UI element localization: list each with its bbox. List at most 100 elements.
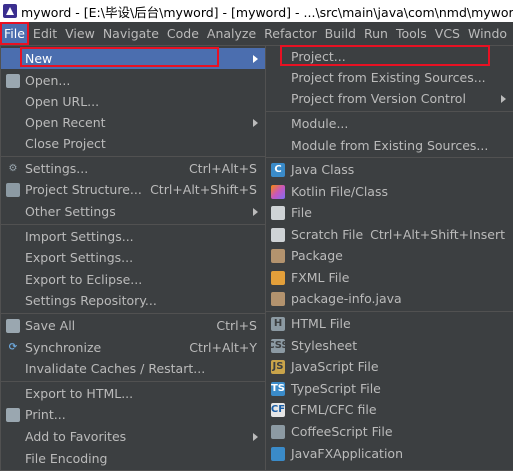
menu-item-label: Print... <box>25 407 66 422</box>
menu-item-label: Synchronize <box>25 340 102 355</box>
java-class-icon: C <box>271 162 285 177</box>
file-menu-item-export-settings[interactable]: Export Settings... <box>1 247 265 268</box>
window-title: myword - [E:\毕设\后台\myword] - [myword] - … <box>21 4 513 20</box>
new-menu-item-module-existing[interactable]: Module from Existing Sources... <box>266 135 513 156</box>
menu-item-label: Open Recent <box>25 115 106 130</box>
file-menu-item-open[interactable]: Open... <box>1 70 265 91</box>
main-menubar: File Edit View Navigate Code Analyze Ref… <box>0 22 513 45</box>
new-menu-item-kotlin[interactable]: Kotlin File/Class <box>266 181 513 202</box>
new-menu-item-cfml[interactable]: CF CFML/CFC file <box>266 399 513 420</box>
menu-build[interactable]: Build <box>321 22 360 45</box>
file-menu-item-print[interactable]: Print... <box>1 404 265 425</box>
new-menu-item-stylesheet[interactable]: CSS Stylesheet <box>266 335 513 356</box>
file-menu-item-open-url[interactable]: Open URL... <box>1 91 265 112</box>
file-menu-item-file-encoding[interactable]: File Encoding <box>1 448 265 469</box>
new-menu-item-html[interactable]: H HTML File <box>266 313 513 334</box>
menu-separator <box>266 111 513 112</box>
window-title-bar: myword - [E:\毕设\后台\myword] - [myword] - … <box>0 0 513 22</box>
menu-run[interactable]: Run <box>360 22 392 45</box>
menu-item-label: HTML File <box>291 316 351 331</box>
new-submenu-popup: Project... Project from Existing Sources… <box>265 45 513 471</box>
submenu-arrow-icon <box>253 54 258 63</box>
print-icon <box>6 407 20 422</box>
file-menu-item-invalidate-caches[interactable]: Invalidate Caches / Restart... <box>1 358 265 379</box>
cfml-icon: CF <box>270 402 286 417</box>
menu-item-label: Project from Existing Sources... <box>291 70 486 85</box>
menu-edit[interactable]: Edit <box>29 22 61 45</box>
save-icon <box>6 318 20 333</box>
menu-item-label: New <box>25 51 53 66</box>
menu-vcs[interactable]: VCS <box>431 22 464 45</box>
menu-view[interactable]: View <box>61 22 99 45</box>
structure-icon <box>6 182 20 197</box>
menu-code[interactable]: Code <box>163 22 203 45</box>
file-menu-item-settings[interactable]: ⚙ Settings... Ctrl+Alt+S <box>1 158 265 179</box>
menu-separator <box>266 311 513 312</box>
menu-item-label: Close Project <box>25 136 106 151</box>
new-menu-item-module[interactable]: Module... <box>266 113 513 134</box>
new-menu-item-project-vcs[interactable]: Project from Version Control <box>266 88 513 109</box>
menu-item-label: Import Settings... <box>25 229 134 244</box>
menu-refactor[interactable]: Refactor <box>260 22 320 45</box>
new-menu-item-javascript[interactable]: JS JavaScript File <box>266 356 513 377</box>
new-menu-item-project-existing[interactable]: Project from Existing Sources... <box>266 67 513 88</box>
menu-item-label: Invalidate Caches / Restart... <box>25 361 206 376</box>
javafx-icon <box>271 446 285 461</box>
file-menu-popup: New Open... Open URL... Open Recent Clos… <box>0 45 266 471</box>
new-menu-item-coffeescript[interactable]: CoffeeScript File <box>266 421 513 442</box>
javascript-icon: JS <box>271 359 285 374</box>
intellij-app-icon <box>3 4 17 18</box>
file-menu-item-open-recent[interactable]: Open Recent <box>1 112 265 133</box>
file-menu-item-close-project[interactable]: Close Project <box>1 133 265 154</box>
new-menu-item-scratch-file[interactable]: Scratch File Ctrl+Alt+Shift+Insert <box>266 224 513 245</box>
file-menu-item-synchronize[interactable]: ⟳ Synchronize Ctrl+Alt+Y <box>1 337 265 358</box>
menu-item-label: Scratch File <box>291 227 364 242</box>
file-menu-item-export-eclipse[interactable]: Export to Eclipse... <box>1 269 265 290</box>
menu-item-label: JavaScript File <box>291 359 379 374</box>
new-menu-item-typescript[interactable]: TS TypeScript File <box>266 378 513 399</box>
menu-item-label: TypeScript File <box>291 381 381 396</box>
file-menu-item-export-html[interactable]: Export to HTML... <box>1 383 265 404</box>
file-menu-item-project-structure[interactable]: Project Structure... Ctrl+Alt+Shift+S <box>1 179 265 200</box>
fxml-icon <box>271 270 285 285</box>
new-menu-item-package[interactable]: Package <box>266 245 513 266</box>
file-menu-item-add-favorites[interactable]: Add to Favorites <box>1 426 265 447</box>
coffeescript-icon <box>271 424 285 439</box>
menu-item-label: Project... <box>291 49 346 64</box>
new-menu-item-package-info[interactable]: package-info.java <box>266 288 513 309</box>
submenu-arrow-icon <box>253 118 258 127</box>
menu-analyze[interactable]: Analyze <box>203 22 260 45</box>
menu-item-label: Settings... <box>25 161 89 176</box>
file-menu-item-save-all[interactable]: Save All Ctrl+S <box>1 315 265 336</box>
file-menu-item-new[interactable]: New <box>1 48 265 69</box>
file-menu-item-import-settings[interactable]: Import Settings... <box>1 226 265 247</box>
new-menu-item-javafx[interactable]: JavaFXApplication <box>266 443 513 464</box>
new-menu-item-fxml[interactable]: FXML File <box>266 267 513 288</box>
menu-window[interactable]: Windo <box>464 22 511 45</box>
menu-item-label: Open URL... <box>25 94 100 109</box>
menu-item-label: Project Structure... <box>25 182 142 197</box>
menu-navigate[interactable]: Navigate <box>99 22 163 45</box>
menu-item-label: File Encoding <box>25 451 108 466</box>
menu-file[interactable]: File <box>0 22 29 45</box>
menu-item-label: Add to Favorites <box>25 429 127 444</box>
submenu-arrow-icon <box>501 94 506 103</box>
menu-item-label: Project from Version Control <box>291 91 466 106</box>
menu-item-label: Export to Eclipse... <box>25 272 143 287</box>
file-menu-item-other-settings[interactable]: Other Settings <box>1 201 265 222</box>
menu-item-shortcut: Ctrl+Alt+S <box>188 161 257 176</box>
menu-item-label: package-info.java <box>291 291 402 306</box>
menu-item-label: CFML/CFC file <box>291 402 377 417</box>
menu-item-shortcut: Ctrl+Alt+Y <box>189 340 257 355</box>
submenu-arrow-icon <box>253 207 258 216</box>
html-icon: H <box>271 316 285 331</box>
menu-tools[interactable]: Tools <box>392 22 431 45</box>
new-menu-item-file[interactable]: File <box>266 202 513 223</box>
menu-item-label: Save All <box>25 318 76 333</box>
new-menu-item-project[interactable]: Project... <box>266 46 513 67</box>
menu-separator <box>1 156 265 157</box>
new-menu-item-java-class[interactable]: C Java Class <box>266 159 513 180</box>
menu-item-label: Other Settings <box>25 204 116 219</box>
file-menu-item-settings-repository[interactable]: Settings Repository... <box>1 290 265 311</box>
menu-item-label: Package <box>291 248 343 263</box>
